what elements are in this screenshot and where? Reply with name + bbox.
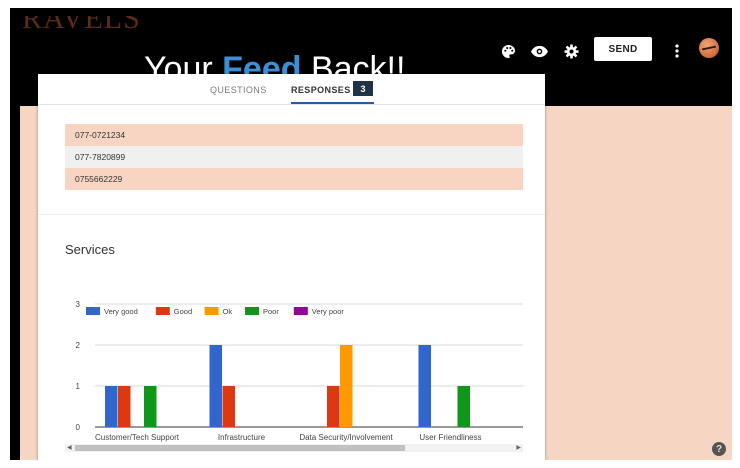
help-icon[interactable]: ?	[712, 442, 726, 456]
scrollbar-thumb[interactable]	[75, 445, 405, 451]
chart-bar	[457, 386, 470, 427]
section-divider	[38, 214, 545, 215]
x-tick-label: Customer/Tech Support	[95, 433, 180, 442]
y-tick-label: 1	[76, 382, 81, 391]
chart-bar	[118, 386, 131, 427]
legend-swatch	[293, 307, 308, 315]
list-item: 077-0721234	[65, 124, 523, 146]
legend-swatch	[245, 307, 259, 315]
chart-bar	[418, 345, 431, 427]
list-item: 077-7820899	[65, 146, 523, 168]
avatar[interactable]	[699, 38, 719, 58]
y-tick-label: 3	[76, 300, 81, 309]
more-vert-icon[interactable]	[668, 42, 686, 60]
legend-label: Good	[174, 307, 192, 316]
responses-card: QUESTIONS RESPONSES 3 077-0721234 077-78…	[38, 74, 545, 460]
legend-swatch	[86, 307, 100, 315]
tab-bar: QUESTIONS RESPONSES 3	[38, 74, 545, 105]
scroll-left-arrow-icon[interactable]: ◀	[67, 444, 72, 452]
tab-responses[interactable]: RESPONSES	[291, 85, 351, 95]
chart-bar	[144, 386, 157, 427]
chart-bar	[105, 386, 118, 427]
palette-icon[interactable]	[499, 42, 517, 60]
chart-bar	[327, 386, 340, 427]
chart-bar	[340, 345, 353, 427]
send-button[interactable]: SEND	[594, 37, 652, 61]
services-bar-chart: 0 1 2 3 Very good Good Ok Poor Very poor Customer…	[76, 300, 523, 442]
responses-count-badge: 3	[353, 81, 373, 96]
chart-bar	[209, 345, 222, 427]
brand-text: RAVELS	[22, 16, 141, 35]
legend-label: Very poor	[312, 307, 345, 316]
x-tick-label: Data Security/Involvement	[299, 433, 393, 442]
y-tick-label: 2	[76, 341, 81, 350]
list-item: 0755662229	[65, 168, 523, 190]
legend-label: Poor	[263, 307, 279, 316]
chart-bar	[222, 386, 235, 427]
x-tick-label: User Friendliness	[419, 433, 481, 442]
services-title: Services	[65, 242, 115, 257]
scroll-right-arrow-icon[interactable]: ▶	[516, 444, 521, 452]
active-tab-indicator	[291, 102, 374, 104]
x-tick-label: Infrastructure	[218, 433, 266, 442]
gear-icon[interactable]	[562, 42, 580, 60]
app-window: RAVELS Your Feed Back!! SEND QUESTIONS R…	[20, 16, 732, 460]
y-tick-label: 0	[76, 423, 81, 432]
legend-swatch	[155, 307, 170, 315]
horizontal-scrollbar[interactable]: ◀ ▶	[65, 444, 523, 452]
eye-icon[interactable]	[530, 42, 548, 60]
tab-questions[interactable]: QUESTIONS	[210, 85, 267, 95]
legend-label: Ok	[223, 307, 233, 316]
legend-swatch	[204, 307, 219, 315]
legend-label: Very good	[104, 307, 138, 316]
response-list: 077-0721234 077-7820899 0755662229	[65, 124, 523, 190]
